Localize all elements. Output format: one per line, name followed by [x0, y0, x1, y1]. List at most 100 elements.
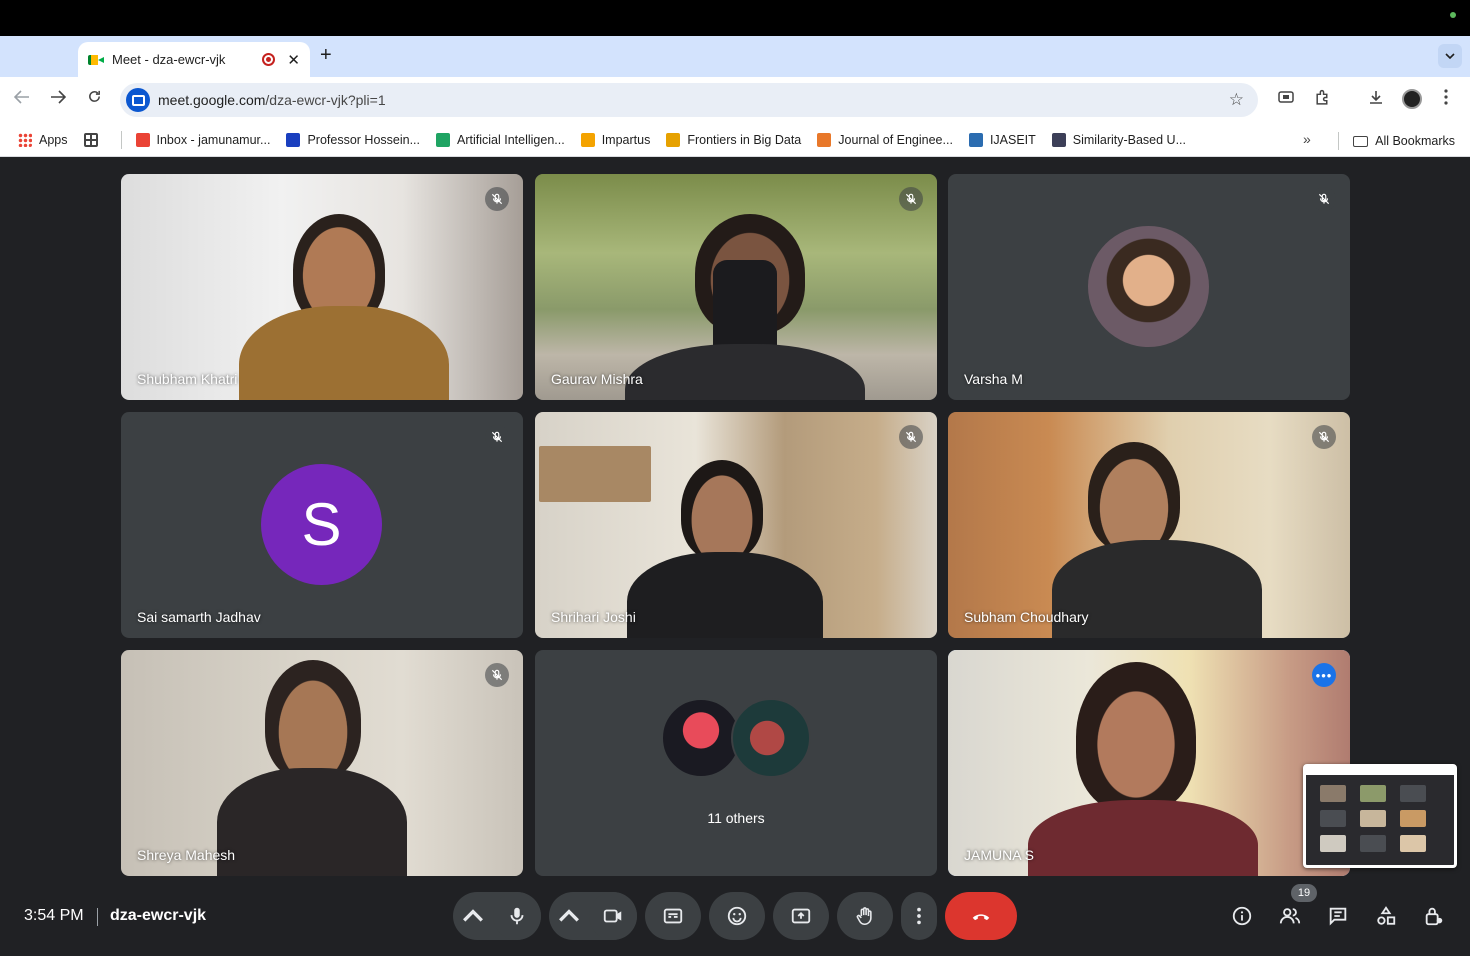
s-icon: [286, 132, 301, 147]
participant-tile[interactable]: Shubham Khatri: [121, 174, 523, 400]
more-vert-icon: [917, 907, 921, 925]
participant-video: [535, 412, 937, 638]
participant-tile[interactable]: Gaurav Mishra: [535, 174, 937, 400]
mic-off-icon: [899, 425, 923, 449]
chat-icon: [1329, 907, 1347, 926]
participant-video: [121, 174, 523, 400]
bookmark-star-icon[interactable]: ☆: [1229, 90, 1244, 110]
preview-cell: [1360, 785, 1386, 802]
bookmark-item[interactable]: Similarity-Based U...: [1051, 132, 1186, 147]
bookmark-item[interactable]: Artificial Intelligen...: [436, 132, 565, 147]
mic-off-icon: [485, 187, 509, 211]
more-bookmarks-button[interactable]: »: [1303, 131, 1311, 147]
mic-off-icon: [899, 187, 923, 211]
captions-button[interactable]: [645, 892, 701, 940]
tab-groups-icon[interactable]: [1278, 89, 1294, 110]
present-screen-button[interactable]: [773, 892, 829, 940]
bookmark-item[interactable]: Impartus: [580, 132, 651, 147]
microphone-icon: [510, 907, 524, 925]
profile-avatar[interactable]: [1402, 89, 1422, 109]
bookmark-item[interactable]: Inbox - jamunamur...: [135, 132, 270, 147]
new-tab-button[interactable]: +: [320, 44, 332, 67]
forward-arrow-icon[interactable]: [46, 88, 70, 109]
audio-options-chevron-icon[interactable]: [453, 892, 493, 940]
more-options-icon[interactable]: •••: [1312, 663, 1336, 687]
sjr-icon: [817, 132, 832, 147]
bookmark-item[interactable]: Professor Hossein...: [286, 132, 420, 147]
bookmark-divider: [1338, 132, 1340, 150]
others-count-label: 11 others: [707, 810, 765, 826]
extensions-icon[interactable]: [1314, 89, 1331, 111]
tab-meet[interactable]: Meet - dza-ewcr-vjk ✕: [78, 42, 310, 77]
others-tile[interactable]: 11 others: [535, 650, 937, 876]
bookmark-item[interactable]: Frontiers in Big Data: [666, 132, 801, 147]
participant-tile-self[interactable]: JAMUNA S •••: [948, 650, 1350, 876]
camera-control-group: [549, 892, 637, 940]
info-icon: [1232, 906, 1252, 926]
chrome-menu-icon[interactable]: [1444, 89, 1448, 110]
camera-button[interactable]: [589, 892, 637, 940]
folder-icon: [1353, 135, 1369, 147]
bookmark-apps[interactable]: Apps: [18, 132, 68, 147]
chat-button[interactable]: [1326, 904, 1350, 928]
bookmark-apps-label: Apps: [39, 132, 68, 147]
mic-off-icon: [485, 425, 509, 449]
tab-search-chevron-icon[interactable]: [1438, 44, 1462, 68]
participant-name: Shreya Mahesh: [137, 847, 236, 863]
host-controls-button[interactable]: [1422, 904, 1446, 928]
reactions-button[interactable]: [709, 892, 765, 940]
tab-title: Meet - dza-ewcr-vjk: [112, 52, 226, 67]
bookmark-grid[interactable]: [83, 132, 105, 147]
other-avatar: [731, 698, 811, 778]
preview-cell: [1400, 835, 1426, 852]
participant-video: [121, 650, 523, 876]
raise-hand-button[interactable]: [837, 892, 893, 940]
all-bookmarks-button[interactable]: All Bookmarks: [1338, 132, 1455, 150]
back-arrow-icon[interactable]: [10, 88, 34, 109]
other-avatar: [661, 698, 741, 778]
bookmark-label: Artificial Intelligen...: [457, 132, 565, 147]
address-bar[interactable]: meet.google.com/dza-ewcr-vjk?pli=1 ☆: [120, 83, 1258, 117]
mic-control-group: [453, 892, 541, 940]
bookmark-item[interactable]: Journal of Enginee...: [817, 132, 953, 147]
people-button[interactable]: [1278, 904, 1302, 928]
participant-name: Sai samarth Jadhav: [137, 609, 261, 625]
frontiers-icon: [666, 132, 681, 147]
participant-tile[interactable]: Shreya Mahesh: [121, 650, 523, 876]
emoji-icon: [727, 906, 747, 926]
participant-tile[interactable]: Varsha M: [948, 174, 1350, 400]
similarity-icon: [1051, 132, 1066, 147]
activities-button[interactable]: [1374, 904, 1398, 928]
participant-count-badge: 19: [1291, 884, 1317, 902]
participant-video: [535, 174, 937, 400]
download-icon[interactable]: [1368, 89, 1384, 110]
tab-strip: Meet - dza-ewcr-vjk ✕ +: [0, 36, 1470, 77]
microphone-button[interactable]: [493, 892, 541, 940]
self-preview-grid: [1306, 775, 1454, 865]
participant-tile[interactable]: Shrihari Joshi: [535, 412, 937, 638]
bookmark-label: Impartus: [601, 132, 651, 147]
reload-icon[interactable]: [82, 88, 106, 109]
participant-name: Gaurav Mishra: [551, 371, 643, 387]
tab-close-button[interactable]: ✕: [287, 51, 300, 69]
video-options-chevron-icon[interactable]: [549, 892, 589, 940]
url-text: meet.google.com/dza-ewcr-vjk?pli=1: [158, 92, 386, 108]
self-preview-thumbnail[interactable]: [1303, 764, 1457, 868]
meeting-controls-bar: 3:54 PM dza-ewcr-vjk 19: [0, 884, 1470, 956]
camera-icon: [603, 909, 622, 923]
meeting-details-button[interactable]: [1230, 904, 1254, 928]
site-info-icon[interactable]: [126, 88, 150, 112]
participant-tile[interactable]: S Sai samarth Jadhav: [121, 412, 523, 638]
bookmark-item[interactable]: IJASEIT: [968, 132, 1036, 147]
others-avatars: [661, 698, 813, 778]
preview-cell: [1400, 810, 1426, 827]
participant-name: Shrihari Joshi: [551, 609, 636, 625]
participant-tile[interactable]: Subham Choudhary: [948, 412, 1350, 638]
browser-toolbar: meet.google.com/dza-ewcr-vjk?pli=1 ☆: [0, 77, 1470, 123]
hand-icon: [856, 907, 872, 926]
participant-video: [948, 412, 1350, 638]
leave-call-button[interactable]: [945, 892, 1017, 940]
bookmark-label: IJASEIT: [989, 132, 1036, 147]
people-icon: [1279, 908, 1301, 924]
more-options-button[interactable]: [901, 892, 937, 940]
